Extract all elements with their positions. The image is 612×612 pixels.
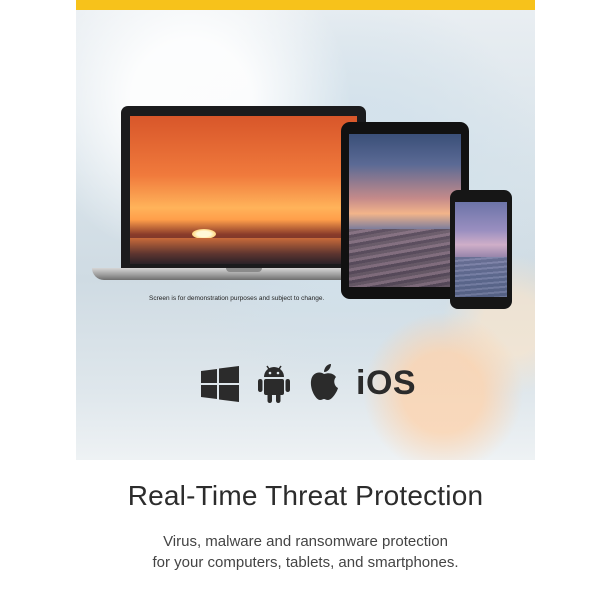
laptop-image [121,106,366,268]
subheadline: Virus, malware and ransomware protection… [76,531,535,573]
laptop-display [130,116,357,264]
laptop-notch [226,268,262,272]
tablet-display [349,134,461,287]
windows-icon [201,366,239,402]
apple-icon [310,364,338,400]
smartphone-image [450,190,512,309]
subheadline-line-1: Virus, malware and ransomware protection [163,533,448,550]
phone-beach [455,257,507,297]
hero-image: Screen is for demonstration purposes and… [76,10,535,460]
tablet-beach [349,229,461,287]
sunset-sea [130,238,357,264]
ios-label: iOS [356,364,417,402]
headline: Real-Time Threat Protection [127,480,484,511]
android-icon [258,365,290,403]
accent-top-bar [76,0,535,10]
demo-disclaimer: Screen is for demonstration purposes and… [149,295,325,302]
subheadline-line-2: for your computers, tablets, and smartph… [152,554,459,571]
product-banner: Screen is for demonstration purposes and… [76,0,535,612]
phone-display [455,202,507,297]
